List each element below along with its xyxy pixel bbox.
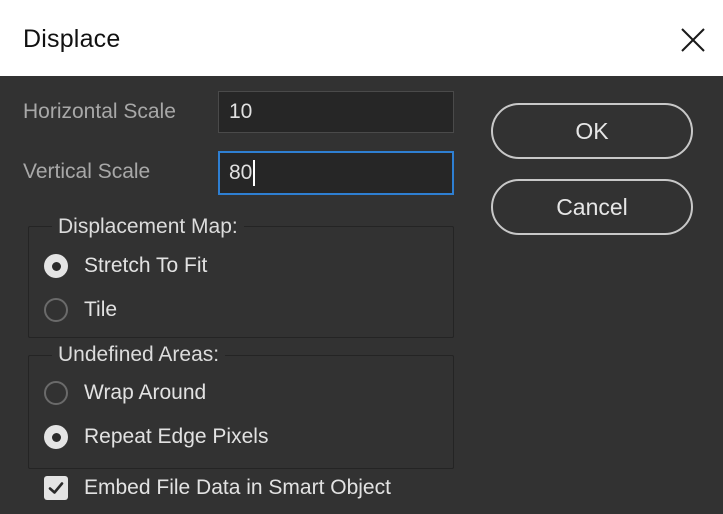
undefined-areas-legend: Undefined Areas: [52,343,226,367]
close-icon [681,28,705,52]
displacement-map-legend: Displacement Map: [52,215,244,239]
cancel-button[interactable]: Cancel [491,179,693,235]
horizontal-scale-label: Horizontal Scale [23,100,176,123]
wrap-around-label: Wrap Around [84,381,207,404]
embed-file-data-label: Embed File Data in Smart Object [84,476,391,499]
checkmark-icon [44,476,68,500]
displace-dialog: Displace Horizontal Scale 10 Vertical Sc… [0,0,723,514]
close-button[interactable] [663,14,723,66]
text-caret [253,160,256,186]
ok-button[interactable]: OK [491,103,693,159]
repeat-edge-pixels-label: Repeat Edge Pixels [84,425,269,448]
radio-wrap-around[interactable]: Wrap Around [44,381,206,405]
vertical-scale-input[interactable]: 80 [218,151,454,195]
undefined-areas-group [28,355,454,469]
stretch-to-fit-label: Stretch To Fit [84,254,208,277]
radio-selected-icon [44,254,68,278]
horizontal-scale-input[interactable]: 10 [218,91,454,133]
radio-unselected-icon [44,381,68,405]
radio-selected-icon [44,425,68,449]
radio-repeat-edge-pixels[interactable]: Repeat Edge Pixels [44,425,268,449]
radio-tile[interactable]: Tile [44,298,117,322]
dialog-title: Displace [23,25,121,53]
title-bar: Displace [0,0,723,76]
vertical-scale-label: Vertical Scale [23,160,151,183]
horizontal-scale-value: 10 [229,100,253,123]
tile-label: Tile [84,298,118,321]
radio-stretch-to-fit[interactable]: Stretch To Fit [44,254,207,278]
radio-unselected-icon [44,298,68,322]
embed-file-data-checkbox[interactable]: Embed File Data in Smart Object [44,476,391,500]
vertical-scale-value: 80 [229,161,253,184]
